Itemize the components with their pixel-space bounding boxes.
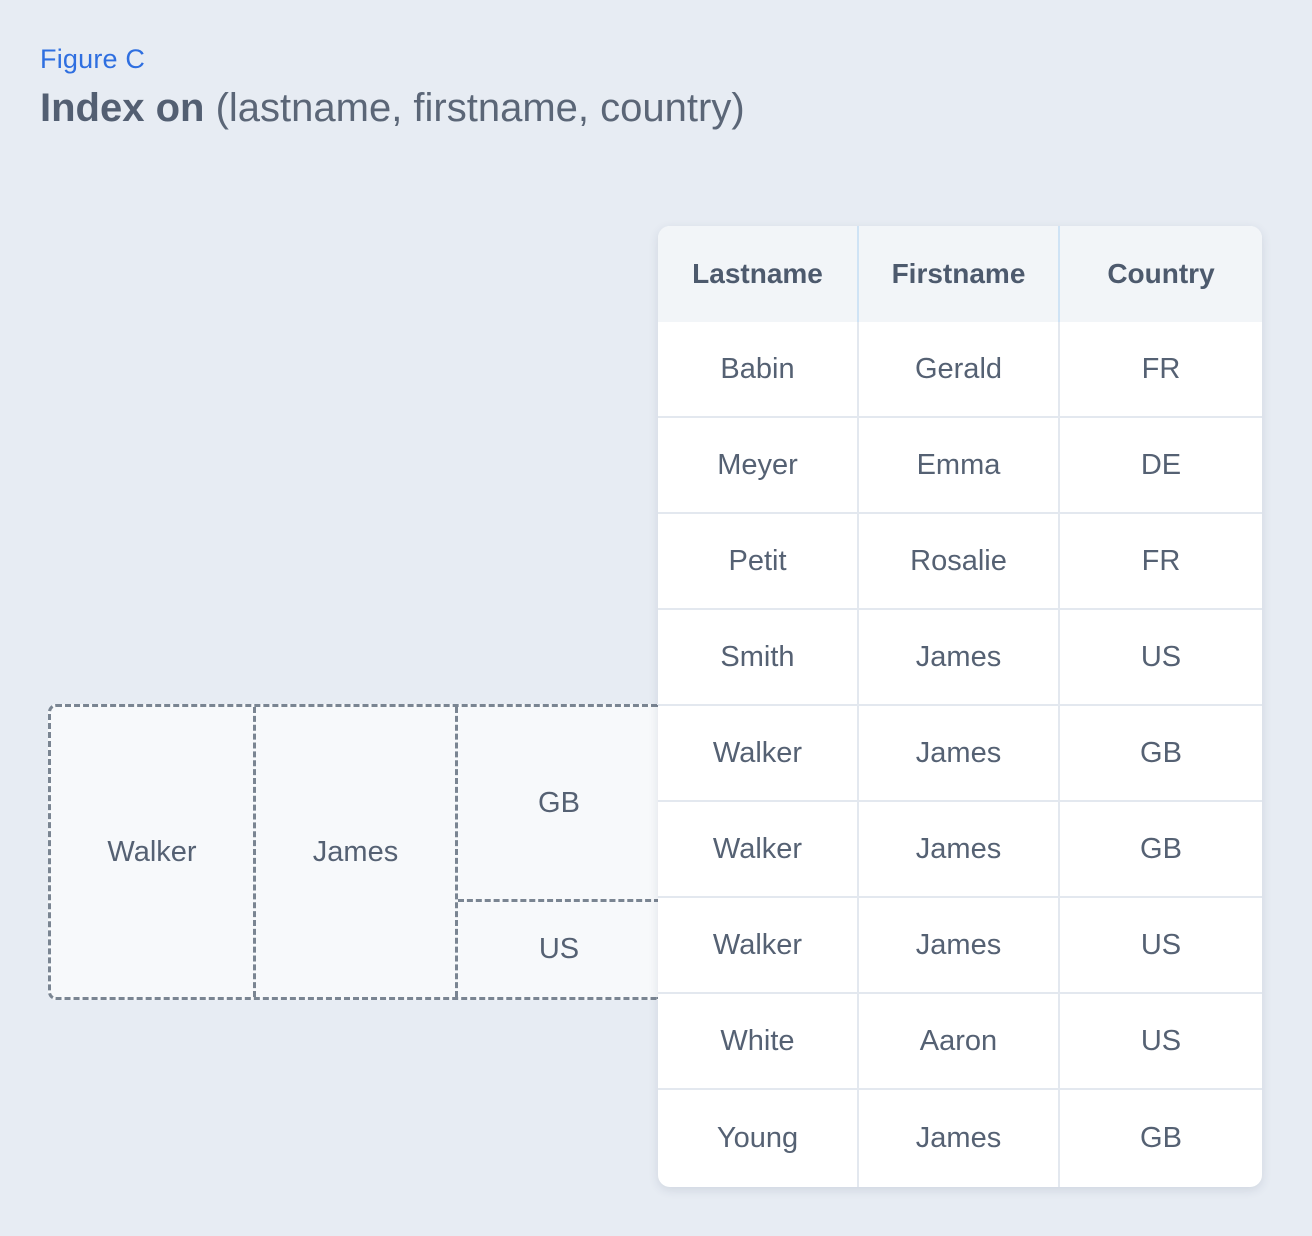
cell-firstname: Rosalie (859, 514, 1060, 608)
index-firstname: James (256, 707, 458, 997)
table-row: Meyer Emma DE (658, 418, 1262, 514)
table-row: Babin Gerald FR (658, 322, 1262, 418)
header-country: Country (1107, 258, 1215, 289)
cell-lastname: Young (658, 1090, 859, 1187)
cell-firstname: Gerald (859, 322, 1060, 416)
table-row: Smith James US (658, 610, 1262, 706)
header-lastname: Lastname (658, 226, 859, 322)
cell-lastname: White (658, 994, 859, 1088)
cell-country: FR (1141, 352, 1181, 385)
cell-lastname: Smith (658, 610, 859, 704)
cell-lastname: Meyer (658, 418, 859, 512)
figure-label: Figure C (40, 44, 146, 74)
table-row: Petit Rosalie FR (658, 514, 1262, 610)
figure: Figure C Index on (lastname, firstname, … (0, 0, 1312, 1236)
data-table: Lastname Firstname Country Babin Gerald FR… (658, 226, 1262, 1187)
cell-lastname: Babin (658, 322, 859, 416)
header-firstname: Firstname (859, 226, 1060, 322)
table-row: Walker James US (658, 898, 1262, 994)
index-country-2: US (538, 933, 580, 965)
table-row: Walker James GB (658, 802, 1262, 898)
cell-lastname: Walker (658, 898, 859, 992)
index-country-1: GB (458, 707, 660, 902)
title-bold: Index on (40, 86, 205, 130)
table-row: Young James GB (658, 1090, 1262, 1187)
cell-firstname: James (859, 1090, 1060, 1187)
cell-country: US (1140, 928, 1182, 961)
table-header-row: Lastname Firstname Country (658, 226, 1262, 322)
cell-lastname: Walker (658, 706, 859, 800)
cell-firstname: Emma (859, 418, 1060, 512)
cell-country: GB (1140, 1122, 1182, 1154)
cell-country: FR (1141, 544, 1181, 577)
table-row: White Aaron US (658, 994, 1262, 1090)
cell-firstname: James (859, 802, 1060, 896)
figure-title: Index on (lastname, firstname, country) (40, 86, 745, 131)
cell-country: GB (1140, 832, 1182, 865)
table-row: Walker James GB (658, 706, 1262, 802)
cell-country: GB (1140, 736, 1182, 769)
index-lastname: Walker (51, 707, 256, 997)
cell-country: US (1140, 640, 1182, 673)
cell-country: US (1140, 1024, 1182, 1057)
cell-firstname: James (859, 898, 1060, 992)
cell-firstname: James (859, 610, 1060, 704)
index-entry-box: Walker James GB US (48, 704, 660, 1000)
cell-country: DE (1140, 448, 1182, 481)
cell-lastname: Petit (658, 514, 859, 608)
title-rest: (lastname, firstname, country) (215, 86, 745, 130)
cell-lastname: Walker (658, 802, 859, 896)
cell-firstname: Aaron (859, 994, 1060, 1088)
cell-firstname: James (859, 706, 1060, 800)
